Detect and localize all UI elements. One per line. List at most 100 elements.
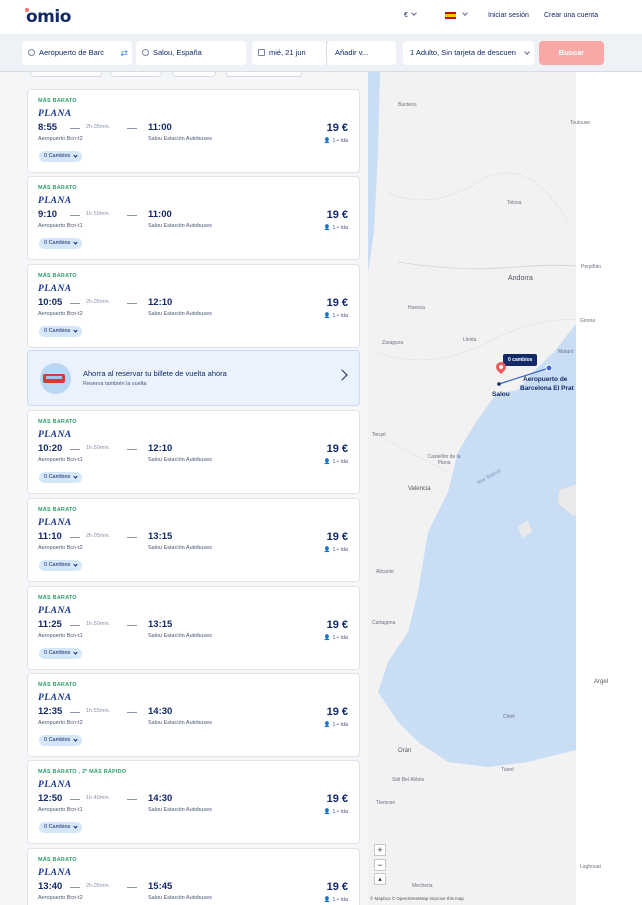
trip-duration: 2h.05min. [86,299,111,305]
origin-station: Aeropuerto Bcn-t1 [38,223,83,229]
arrival-time: 11:00 [148,122,172,133]
zoom-out-button[interactable]: − [374,859,386,871]
passenger-info: 👤 1 • Ida [324,459,348,465]
language-chevron[interactable] [459,10,468,19]
passengers-field[interactable]: 1 Adulto, Sin tarjeta de descuen [403,41,534,65]
bus-illustration-icon [40,363,71,394]
changes-dropdown[interactable]: 0 Cambios [39,560,83,571]
changes-label: 0 Cambios [44,824,71,830]
trip-duration: 2h.05min. [86,533,111,539]
return-date-field[interactable]: Añadir v... [326,41,396,65]
spain-flag-icon[interactable] [445,12,456,19]
person-icon: 👤 [323,635,331,641]
carrier-logo: PLANA [38,780,72,790]
search-button[interactable]: Buscar [539,41,604,65]
destination-city-label: Barcelona El Prat [520,385,574,392]
place-label: Laghouat [580,864,601,870]
changes-dropdown[interactable]: 0 Cambios [39,238,83,249]
place-label: Tolosa [507,200,522,206]
destination-station: Salou Estación Autobuses [148,895,212,901]
destination-station: Salou Estación Autobuses [148,136,212,142]
ticket-price: 19 € [326,619,348,631]
changes-dropdown[interactable]: 0 Cambios [39,472,83,483]
changes-label: 0 Cambios [44,153,71,159]
duration-line [70,128,80,129]
trip-duration: 1h.40min. [86,795,111,801]
swap-icon[interactable]: ⇄ [120,41,128,65]
origin-field[interactable]: Aeropuerto de Barc ⇄ [22,41,132,65]
trip-duration: 1h.50min. [86,211,111,217]
duration-line [70,887,80,888]
place-label: Sidi Bel Abbès [392,777,425,783]
mediterranean-sea [378,302,609,767]
currency-selector[interactable]: € [404,10,417,19]
signup-link[interactable]: Crear una cuenta [544,12,598,19]
passenger-info: 👤 1 • Ida [324,722,348,728]
result-card[interactable]: MÁS BARATO PLANA 11:10 2h.05min. 13:15 Aeropu… [27,498,360,582]
result-card[interactable]: MÁS BARATO PLANA 10:05 2h.05min. 12:10 Aeropu… [27,264,360,348]
destination-marker[interactable] [545,364,553,372]
ticket-price: 19 € [326,209,348,221]
passenger-text: 1 • Ida [332,722,348,728]
ticket-price: 19 € [326,793,348,805]
chevron-down-icon [462,10,468,16]
changes-dropdown[interactable]: 0 Cambios [39,326,83,337]
chevron-down-icon [524,49,530,55]
result-card[interactable]: MÁS BARATO PLANA 8:55 2h.05min. 11:00 Aeropue… [27,89,360,173]
omio-logo[interactable]: omio [26,7,71,27]
changes-dropdown[interactable]: 0 Cambios [39,822,83,833]
filter-pill[interactable] [226,72,302,77]
filter-pill[interactable] [30,72,102,77]
road-line [387,172,569,223]
result-card[interactable]: MÁS BARATO PLANA 13:40 2h.05min. 15:45 Aeropu… [27,848,360,905]
result-card[interactable]: MÁS BARATO PLANA 12:35 1h.55min. 14:30 Aeropu… [27,673,360,757]
compass-button[interactable]: ▴ [374,873,386,885]
origin-dot [497,382,501,386]
map-attribution[interactable]: © Mapbox © OpenStreetMap Improve this ma… [370,896,464,901]
arrival-time: 12:10 [148,297,173,308]
person-icon: 👤 [323,897,331,903]
cheapest-tag: MÁS BARATO [38,595,77,601]
carrier-logo: PLANA [38,284,72,294]
changes-label: 0 Cambios [44,562,71,568]
changes-dropdown[interactable]: 0 Cambios [39,735,83,746]
result-card[interactable]: MÁS BARATO PLANA 10:20 1h.50min. 12:10 Aeropu… [27,410,360,494]
login-link[interactable]: Iniciar sesión [488,12,529,19]
destination-station: Salou Estación Autobuses [148,457,212,463]
passenger-info: 👤 1 • Ida [324,809,348,815]
departure-time: 13:40 [38,881,63,892]
date-field[interactable]: mié, 21 jun [252,41,326,65]
place-label: Perpiñán [581,264,602,270]
carrier-logo: PLANA [38,868,72,878]
changes-dropdown[interactable]: 0 Cambios [39,151,83,162]
arrival-time: 12:10 [148,443,173,454]
currency-label: € [404,12,408,19]
location-icon [28,49,35,56]
promo-subtitle: Reserva también la vuelta [83,381,147,387]
chevron-down-icon [73,650,78,655]
arrival-time: 15:45 [148,881,173,892]
arrival-time: 13:15 [148,619,173,630]
duration-line [70,215,80,216]
return-ticket-promo[interactable]: Ahorra al reservar tu billete de vuelta … [27,350,360,406]
filter-pill[interactable] [172,72,216,77]
zoom-in-button[interactable]: + [374,844,386,856]
destination-field[interactable]: Salou, España [136,41,246,65]
changes-dropdown[interactable]: 0 Cambios [39,648,83,659]
result-card[interactable]: MÁS BARATO PLANA 9:10 1h.50min. 11:00 Aeropue… [27,176,360,260]
carrier-logo: PLANA [38,518,72,528]
place-label: Tiaret [501,767,514,773]
origin-station: Aeropuerto Bcn-t1 [38,807,83,813]
chevron-right-icon[interactable] [336,369,348,381]
origin-value: Aeropuerto de Barc [39,48,105,57]
result-card[interactable]: MÁS BARATO PLANA 11:25 1h.50min. 13:15 Aeropu… [27,586,360,670]
duration-line [70,537,80,538]
trip-duration: 1h.50min. [86,621,111,627]
filter-pill[interactable] [110,72,162,77]
passenger-info: 👤 1 • Ida [324,897,348,903]
result-card[interactable]: MÁS BARATO , 2º MÁS RÁPIDO PLANA 12:50 1h.4… [27,760,360,844]
trip-duration: 2h.05min. [86,124,111,130]
route-map[interactable]: Burdeos Toulouse Tolosa Andorra Perpiñán… [368,72,609,905]
person-icon: 👤 [323,809,331,815]
chevron-down-icon [73,153,78,158]
